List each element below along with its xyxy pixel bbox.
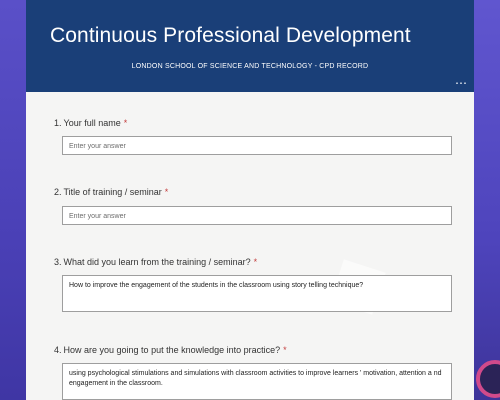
question-number: 4. [54,345,62,355]
required-asterisk: * [164,187,169,197]
background-right [474,0,500,400]
required-asterisk: * [123,118,128,128]
question-4-label: 4. How are you going to put the knowledge… [54,345,287,355]
practice-textarea[interactable]: using psychological stimulations and sim… [62,363,452,400]
question-number: 3. [54,257,62,267]
question-2-label: 2. Title of training / seminar * [54,187,168,197]
training-title-input[interactable]: Enter your answer [62,206,452,225]
form-subtitle: LONDON SCHOOL OF SCIENCE AND TECHNOLOGY … [131,63,369,70]
more-horizontal-icon[interactable]: ⋯ [455,77,468,89]
learning-textarea[interactable]: How to improve the engagement of the stu… [62,275,452,312]
question-1-label: 1. Your full name * [54,118,127,128]
full-name-input[interactable]: Enter your answer [62,136,452,155]
form-header: Continuous Professional Development LOND… [26,0,474,92]
required-asterisk: * [283,345,287,355]
form-card: Continuous Professional Development LOND… [26,0,474,400]
required-asterisk: * [253,257,258,267]
question-number: 1. [54,118,62,128]
question-text: How are you going to put the knowledge i… [63,345,281,355]
question-text: Your full name [63,118,121,128]
question-3-label: 3. What did you learn from the training /… [54,257,257,267]
question-number: 2. [54,187,62,197]
background-left [0,0,26,400]
question-text: Title of training / seminar [63,187,162,197]
question-text: What did you learn from the training / s… [63,257,251,267]
form-title: Continuous Professional Development [50,24,411,47]
